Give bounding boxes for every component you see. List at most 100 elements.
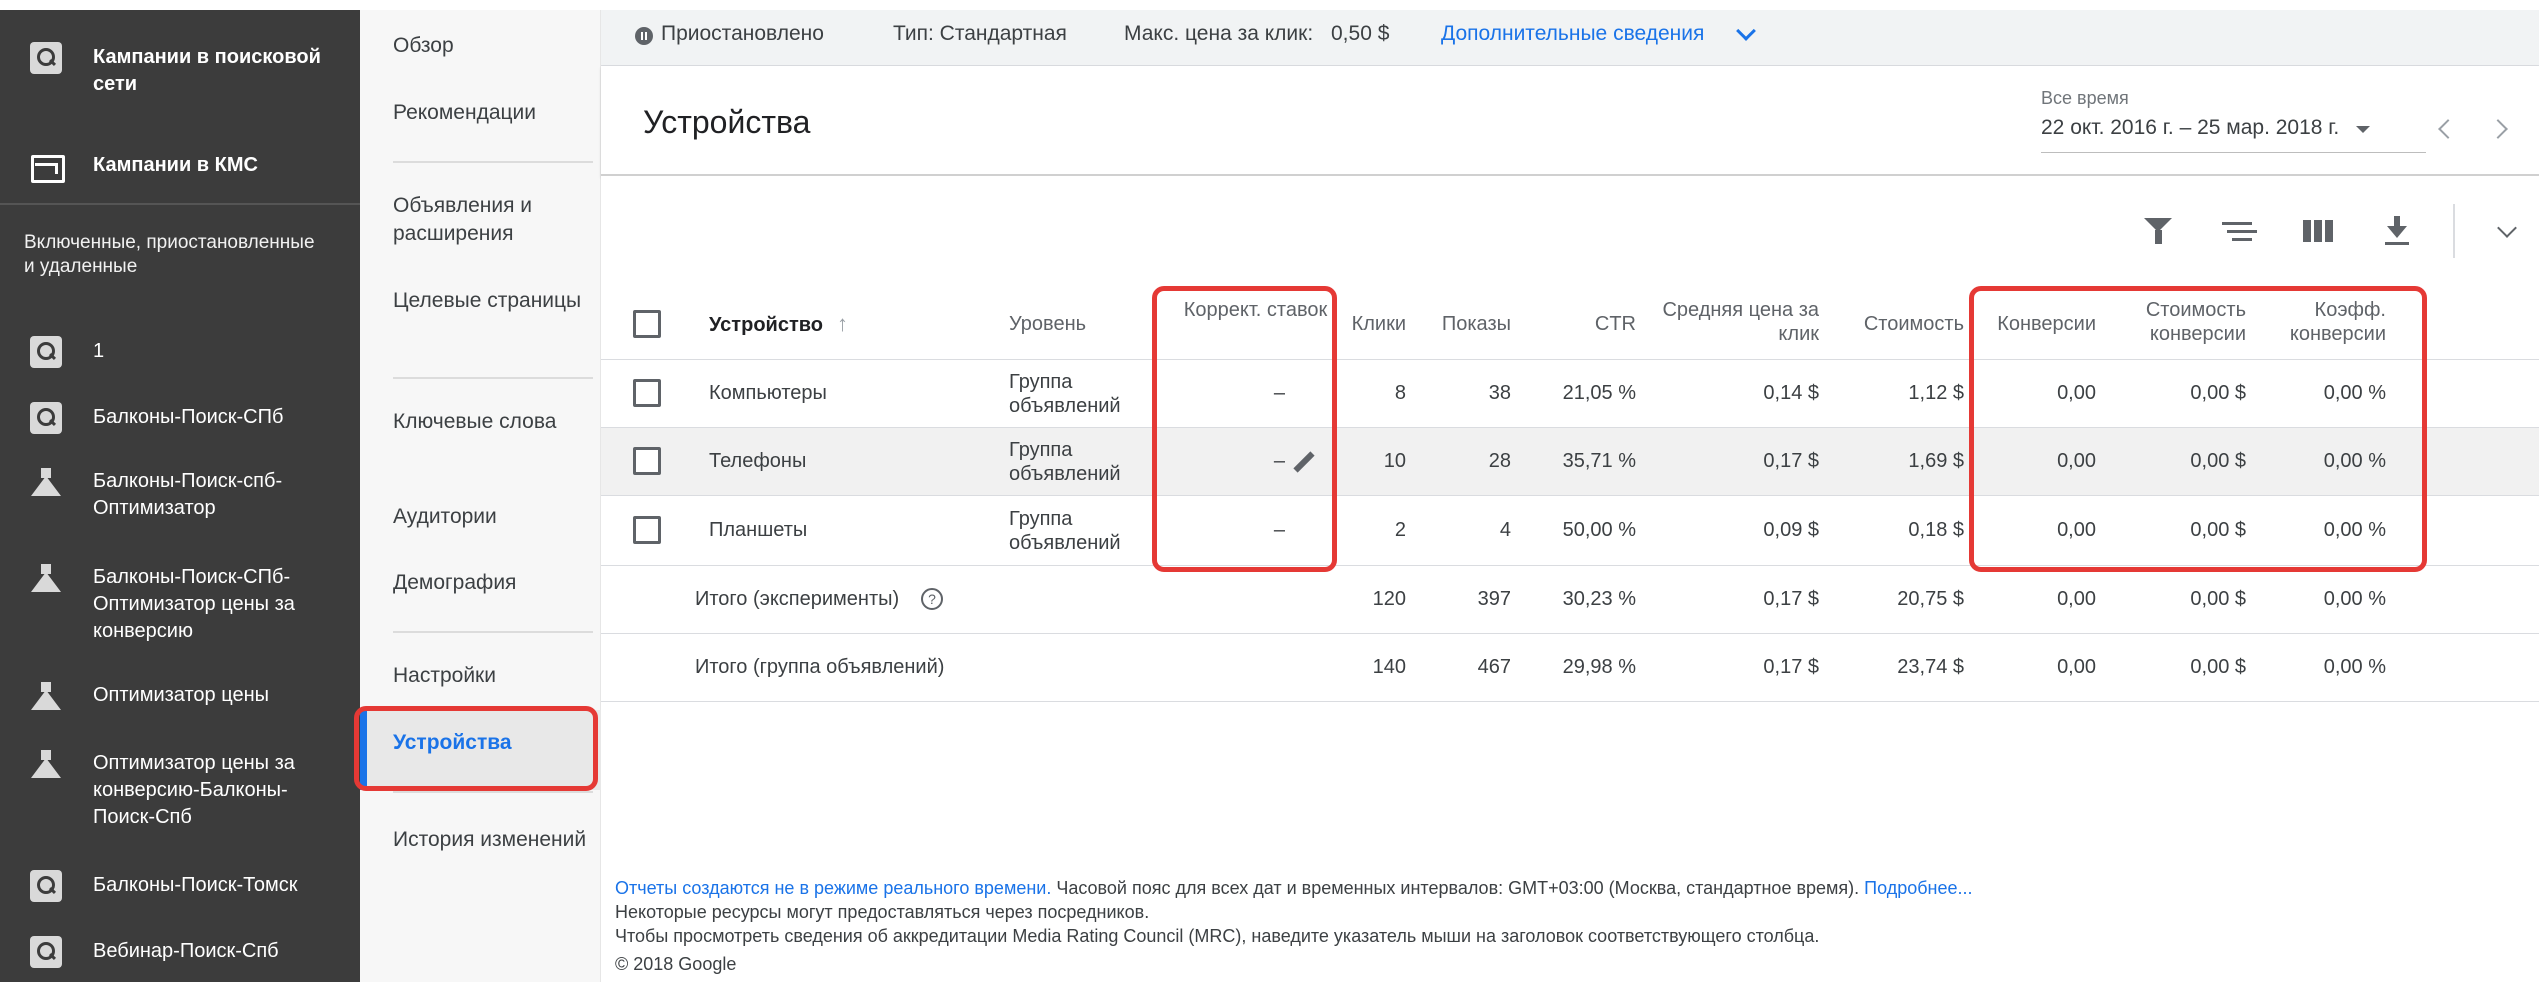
page-header: Устройства Все время 22 окт. 2016 г. – 2…: [601, 66, 2539, 176]
device-cell: Планшеты: [709, 519, 808, 541]
cost-cell: 23,74 $: [1897, 656, 1964, 678]
nav-item-overview[interactable]: Обзор: [393, 32, 593, 60]
table-toolbar: [601, 176, 2539, 288]
column-header-cost[interactable]: Стоимость: [1826, 312, 1964, 336]
impressions-cell: 467: [1477, 656, 1511, 678]
nav-item-audiences[interactable]: Аудитории: [393, 503, 593, 531]
nav-item-demographics[interactable]: Демография: [393, 569, 593, 597]
campaign-label: Балконы-Поиск-спб-Оптимизатор: [93, 470, 283, 519]
campaign-type-label: Кампании в КМС: [93, 154, 258, 176]
cost-per-conversion-cell: 0,00 $: [2190, 656, 2246, 678]
next-period-icon[interactable]: [2488, 119, 2508, 139]
cost-cell: 20,75 $: [1897, 588, 1964, 610]
row-checkbox[interactable]: [633, 447, 661, 475]
ctr-cell: 30,23 %: [1562, 588, 1636, 610]
help-icon[interactable]: ?: [921, 588, 943, 610]
impressions-cell: 28: [1488, 450, 1511, 472]
select-all-checkbox[interactable]: [633, 310, 661, 338]
previous-period-icon[interactable]: [2438, 119, 2458, 139]
timezone-note: Часовой пояс для всех дат и временных ин…: [1051, 878, 1865, 898]
nav-divider: [393, 377, 593, 379]
search-icon: [30, 936, 62, 968]
avg-cpc-cell: 0,14 $: [1763, 382, 1819, 404]
footer-line-1: Отчеты создаются не в режиме реального в…: [615, 876, 2515, 900]
row-checkbox[interactable]: [633, 516, 661, 544]
sort-arrow-icon: ↑: [837, 311, 848, 336]
max-cpc-label: Макс. цена за клик:: [1124, 22, 1314, 45]
clicks-cell: 10: [1383, 450, 1406, 472]
column-header-avg-cpc[interactable]: Средняя цена за клик: [1641, 298, 1819, 346]
highlight-conversions: [1969, 286, 2427, 572]
filter-icon[interactable]: [2144, 216, 2174, 246]
campaign-filter-label[interactable]: Включенные, приостановленные и удаленные: [24, 231, 324, 279]
nav-item-recommendations[interactable]: Рекомендации: [393, 99, 593, 127]
chevron-down-icon[interactable]: [1736, 21, 1756, 41]
impressions-cell: 397: [1477, 588, 1511, 610]
date-range-picker[interactable]: 22 окт. 2016 г. – 25 мар. 2018 г.: [2041, 116, 2339, 140]
max-cpc-value: 0,50 $: [1331, 22, 1390, 45]
column-header-clicks[interactable]: Клики: [1326, 312, 1406, 336]
nav-item-keywords[interactable]: Ключевые слова: [393, 408, 593, 436]
campaign-label: Оптимизатор цены: [93, 684, 270, 706]
campaign-type-label: Кампании в поисковой сети: [93, 46, 321, 95]
avg-cpc-cell: 0,17 $: [1763, 588, 1819, 610]
highlight-bid-adjustments: [1152, 286, 1337, 572]
clicks-cell: 8: [1394, 382, 1406, 404]
ctr-cell: 21,05 %: [1562, 382, 1636, 404]
page-nav: Обзор Рекомендации Объявления и расширен…: [360, 10, 601, 982]
more-details-link[interactable]: Дополнительные сведения: [1441, 22, 1704, 46]
level-cell: Группа объявлений: [1009, 508, 1121, 554]
cost-cell: 0,18 $: [1908, 519, 1964, 541]
campaign-type: Тип: Стандартная: [893, 22, 1067, 45]
copyright: © 2018 Google: [615, 954, 737, 974]
clicks-cell: 140: [1372, 656, 1406, 678]
column-header-ctr[interactable]: CTR: [1521, 312, 1636, 336]
ctr-cell: 35,71 %: [1562, 450, 1636, 472]
campaign-label: Вебинар-Поиск-Спб: [93, 940, 279, 962]
campaign-label: Балконы-Поиск-СПб: [93, 406, 284, 428]
cost-per-conversion-cell: 0,00 $: [2190, 588, 2246, 610]
totals-row: Итого (группа объявлений) 140 467 29,98 …: [601, 634, 2539, 702]
avg-cpc-cell: 0,17 $: [1763, 656, 1819, 678]
impressions-cell: 4: [1499, 519, 1511, 541]
date-period-label: Все время: [2041, 88, 2129, 108]
campaign-label: Балконы-Поиск-СПб-Оптимизатор цены за ко…: [93, 566, 295, 642]
nav-divider: [393, 631, 593, 633]
clicks-cell: 2: [1394, 519, 1406, 541]
experiment-icon: [30, 748, 62, 780]
nav-item-change-history[interactable]: История изменений: [393, 826, 593, 854]
conversion-rate-cell: 0,00 %: [2323, 656, 2386, 678]
toolbar-divider: [2453, 204, 2455, 258]
level-cell: Группа объявлений: [1009, 439, 1121, 485]
cost-cell: 1,12 $: [1908, 382, 1964, 404]
totals-label: Итого (эксперименты): [695, 588, 900, 610]
date-range-underline: [2041, 152, 2426, 153]
columns-icon[interactable]: [2303, 216, 2333, 246]
sidebar-divider: [0, 203, 360, 205]
paused-status-icon: [635, 27, 653, 45]
realtime-note-link[interactable]: Отчеты создаются не в режиме реального в…: [615, 878, 1051, 898]
column-header-device[interactable]: Устройство ↑: [709, 312, 848, 337]
segment-icon[interactable]: [2222, 216, 2252, 246]
search-icon: [30, 336, 62, 368]
row-checkbox[interactable]: [633, 379, 661, 407]
learn-more-link[interactable]: Подробнее...: [1864, 878, 1972, 898]
impressions-cell: 38: [1488, 382, 1511, 404]
download-icon[interactable]: [2382, 216, 2412, 246]
nav-divider: [393, 791, 593, 793]
dropdown-arrow-icon[interactable]: [2356, 126, 2370, 133]
display-network-icon: [30, 150, 65, 183]
nav-item-ads-extensions[interactable]: Объявления и расширения: [393, 192, 593, 248]
ctr-cell: 50,00 %: [1562, 519, 1636, 541]
nav-item-landing-pages[interactable]: Целевые страницы: [393, 287, 593, 315]
column-header-impressions[interactable]: Показы: [1411, 312, 1511, 336]
nav-item-settings[interactable]: Настройки: [393, 662, 593, 690]
campaign-label: Балконы-Поиск-Томск: [93, 874, 298, 896]
level-cell: Группа объявлений: [1009, 371, 1121, 417]
conversions-cell: 0,00: [2057, 588, 2096, 610]
expand-icon[interactable]: [2497, 218, 2517, 238]
footer-line-2: Некоторые ресурсы могут предоставляться …: [615, 902, 1150, 922]
campaign-sidebar: Кампании в поисковой сети Кампании в КМС…: [0, 10, 360, 982]
column-header-level[interactable]: Уровень: [1009, 312, 1086, 336]
clicks-cell: 120: [1372, 588, 1406, 610]
